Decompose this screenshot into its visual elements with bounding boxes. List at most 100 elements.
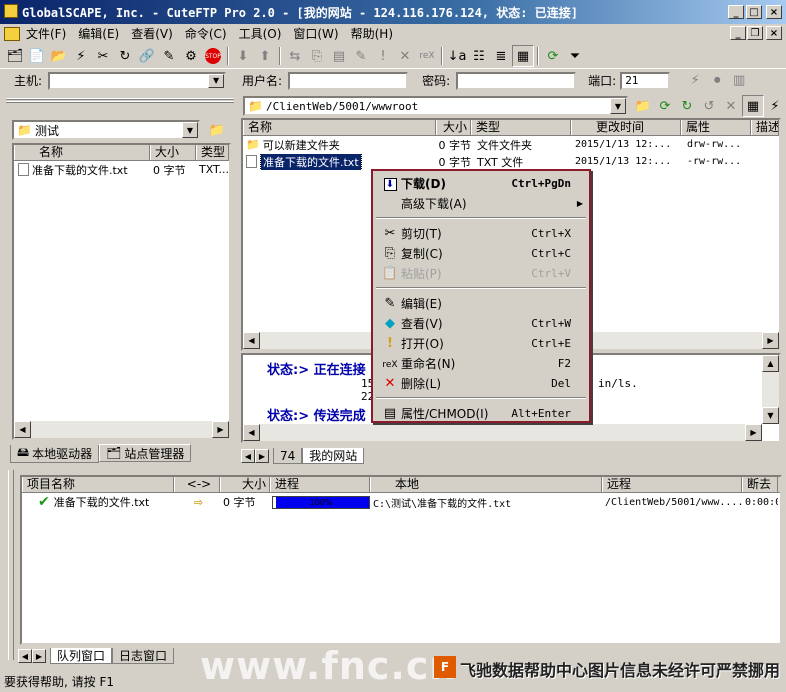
remote-path-combo[interactable]: 📁 /ClientWeb/5001/wwwroot ▼ bbox=[243, 96, 628, 116]
queue-icon[interactable]: ▤ bbox=[328, 45, 350, 67]
queue-col-remote[interactable]: 远程 bbox=[602, 477, 742, 492]
minimize-button[interactable]: _ bbox=[728, 5, 744, 19]
scroll-right-icon[interactable]: ▶ bbox=[745, 424, 762, 441]
queue-col-time[interactable]: 断去 bbox=[742, 477, 778, 492]
copy-icon[interactable]: ⎘ bbox=[306, 45, 328, 67]
queue-col-name[interactable]: 项目名称 bbox=[22, 477, 174, 492]
up-folder-icon[interactable]: 📁 bbox=[206, 119, 228, 141]
tab-log-window[interactable]: 日志窗口 bbox=[112, 648, 175, 664]
stop-transfer-icon[interactable]: ↺ bbox=[698, 95, 720, 117]
local-folder-dropdown-icon[interactable]: ▼ bbox=[182, 122, 198, 138]
report-view-icon[interactable]: ▦ bbox=[512, 45, 534, 67]
menu-tools[interactable]: 工具(O) bbox=[233, 25, 288, 42]
connect-icon[interactable]: ⚡ bbox=[70, 45, 92, 67]
port-input[interactable]: 21 bbox=[620, 71, 671, 90]
maximize-button[interactable]: □ bbox=[746, 5, 762, 19]
open-folder-icon[interactable]: 📂 bbox=[48, 45, 70, 67]
child-minimize-button[interactable]: _ bbox=[730, 26, 746, 40]
reload-icon[interactable]: ↻ bbox=[676, 95, 698, 117]
menu-help[interactable]: 帮助(H) bbox=[345, 25, 399, 42]
password-input[interactable] bbox=[456, 71, 577, 90]
scroll-left-icon[interactable]: ◀ bbox=[14, 421, 31, 438]
doc-icon[interactable] bbox=[4, 26, 20, 41]
tab-scroll-right-icon[interactable]: ▶ bbox=[32, 649, 46, 663]
settings-icon[interactable]: ⚙ bbox=[180, 45, 202, 67]
queue-col-size[interactable]: 大小 bbox=[220, 477, 270, 492]
wizard-icon[interactable]: ✎ bbox=[158, 45, 180, 67]
local-col-type[interactable]: 类型 bbox=[196, 145, 229, 160]
book-icon[interactable]: ▥ bbox=[728, 70, 750, 92]
queue-col-progress[interactable]: 进程 bbox=[270, 477, 370, 492]
child-restore-button[interactable]: ❐ bbox=[747, 26, 763, 40]
context-menu-item[interactable]: ⎘ 复制(C) Ctrl+C bbox=[373, 243, 589, 263]
host-dropdown-icon[interactable]: ▼ bbox=[208, 73, 225, 88]
tab-site-manager[interactable]: 🗂 站点管理器 bbox=[99, 444, 192, 462]
rename-icon[interactable]: reX bbox=[416, 45, 438, 67]
remote-col-desc[interactable]: 描述 bbox=[751, 120, 779, 135]
delete-icon[interactable]: ✕ bbox=[394, 45, 416, 67]
local-folder-combo[interactable]: 📁 测试 ▼ bbox=[12, 120, 200, 140]
filter-icon[interactable]: ⏷ bbox=[564, 45, 586, 67]
context-menu-item[interactable]: reX 重命名(N) F2 bbox=[373, 353, 589, 373]
scroll-down-icon[interactable]: ▼ bbox=[762, 407, 779, 424]
remote-col-name[interactable]: 名称 bbox=[243, 120, 436, 135]
download-icon[interactable]: ⬇ bbox=[232, 45, 254, 67]
close-button[interactable]: × bbox=[766, 5, 782, 19]
tab-scroll-right-icon[interactable]: ▶ bbox=[255, 449, 269, 463]
remote-col-time[interactable]: 更改时间 bbox=[571, 120, 681, 135]
detail-view-icon[interactable]: ≣ bbox=[490, 45, 512, 67]
context-menu-item[interactable]: ▤ 属性/CHMOD(I) Alt+Enter bbox=[373, 403, 589, 423]
menu-window[interactable]: 窗口(W) bbox=[287, 25, 344, 42]
context-menu-item[interactable]: 📋 粘贴(P) Ctrl+V bbox=[373, 263, 589, 283]
stop-icon[interactable]: STOP bbox=[202, 45, 224, 67]
menu-file[interactable]: 文件(F) bbox=[20, 25, 72, 42]
list-view-icon[interactable]: ☷ bbox=[468, 45, 490, 67]
refresh-icon[interactable]: ⟳ bbox=[654, 95, 676, 117]
url-icon[interactable]: 🔗 bbox=[136, 45, 158, 67]
host-combo[interactable]: ▼ bbox=[48, 71, 227, 90]
context-menu-item[interactable]: ! 打开(O) Ctrl+E bbox=[373, 333, 589, 353]
username-input[interactable] bbox=[288, 71, 409, 90]
sort-icon[interactable]: ↓a bbox=[446, 45, 468, 67]
tab-queue-window[interactable]: 队列窗口 bbox=[50, 648, 113, 664]
record-icon[interactable]: ⏺ bbox=[706, 70, 728, 92]
local-file-list[interactable]: 名称 大小 类型 准备下载的文件.txt 0 字节 TXT... ◀ ▶ bbox=[12, 143, 231, 440]
context-menu-item[interactable]: ⬇ 下载(D) Ctrl+PgDn bbox=[373, 173, 589, 193]
menu-command[interactable]: 命令(C) bbox=[179, 25, 233, 42]
queue-list[interactable]: 项目名称 <-> 大小 进程 本地 远程 断去 ✔ 准备下载的文件.txt ⇨ 0… bbox=[20, 475, 782, 645]
menu-view[interactable]: 查看(V) bbox=[125, 25, 179, 42]
scroll-up-icon[interactable]: ▲ bbox=[762, 355, 779, 372]
new-icon[interactable]: 📄 bbox=[26, 45, 48, 67]
tab-scroll-left-icon[interactable]: ◀ bbox=[18, 649, 32, 663]
reconnect-icon[interactable]: ↻ bbox=[114, 45, 136, 67]
queue-col-local[interactable]: 本地 bbox=[370, 477, 602, 492]
local-col-name[interactable]: 名称 bbox=[14, 145, 150, 160]
quick-connect-icon[interactable]: ⚡ bbox=[684, 70, 706, 92]
local-col-size[interactable]: 大小 bbox=[150, 145, 196, 160]
log-vscroll[interactable]: ▲ ▼ bbox=[762, 355, 779, 424]
up-folder-icon[interactable]: 📁 bbox=[632, 95, 654, 117]
transfer-icon[interactable]: ⇆ bbox=[284, 45, 306, 67]
site-manager-icon[interactable]: 🗂 bbox=[4, 45, 26, 67]
log-hscroll[interactable]: ◀ ▶ bbox=[243, 424, 762, 441]
tab-scroll-left-icon[interactable]: ◀ bbox=[241, 449, 255, 463]
tab-my-site[interactable]: 我的网站 bbox=[302, 448, 365, 464]
upload-icon[interactable]: ⬆ bbox=[254, 45, 276, 67]
remote-col-size[interactable]: 大小 bbox=[436, 120, 471, 135]
context-menu-item[interactable]: 高级下载(A) ▶ bbox=[373, 193, 589, 213]
table-row[interactable]: ✔ 准备下载的文件.txt ⇨ 0 字节 100% C:\测试\准备下载的文件.t… bbox=[22, 493, 780, 511]
tab-local-drives[interactable]: 🖴 本地驱动器 bbox=[10, 445, 100, 463]
disconnect-icon[interactable]: ✂ bbox=[92, 45, 114, 67]
report-view-icon[interactable]: ▦ bbox=[742, 95, 764, 117]
view-icon[interactable]: ! bbox=[372, 45, 394, 67]
edit-icon[interactable]: ✎ bbox=[350, 45, 372, 67]
disconnect-icon[interactable]: ⚡ bbox=[764, 95, 786, 117]
refresh-icon[interactable]: ⟳ bbox=[542, 45, 564, 67]
table-row[interactable]: 准备下载的文件.txt 0 字节 TXT... bbox=[14, 161, 229, 178]
context-menu-item[interactable]: ◆ 查看(V) Ctrl+W bbox=[373, 313, 589, 333]
scroll-left-icon[interactable]: ◀ bbox=[243, 332, 260, 349]
remote-col-attr[interactable]: 属性 bbox=[681, 120, 751, 135]
scroll-left-icon[interactable]: ◀ bbox=[243, 424, 260, 441]
menu-edit[interactable]: 编辑(E) bbox=[72, 25, 125, 42]
scroll-right-icon[interactable]: ▶ bbox=[212, 421, 229, 438]
